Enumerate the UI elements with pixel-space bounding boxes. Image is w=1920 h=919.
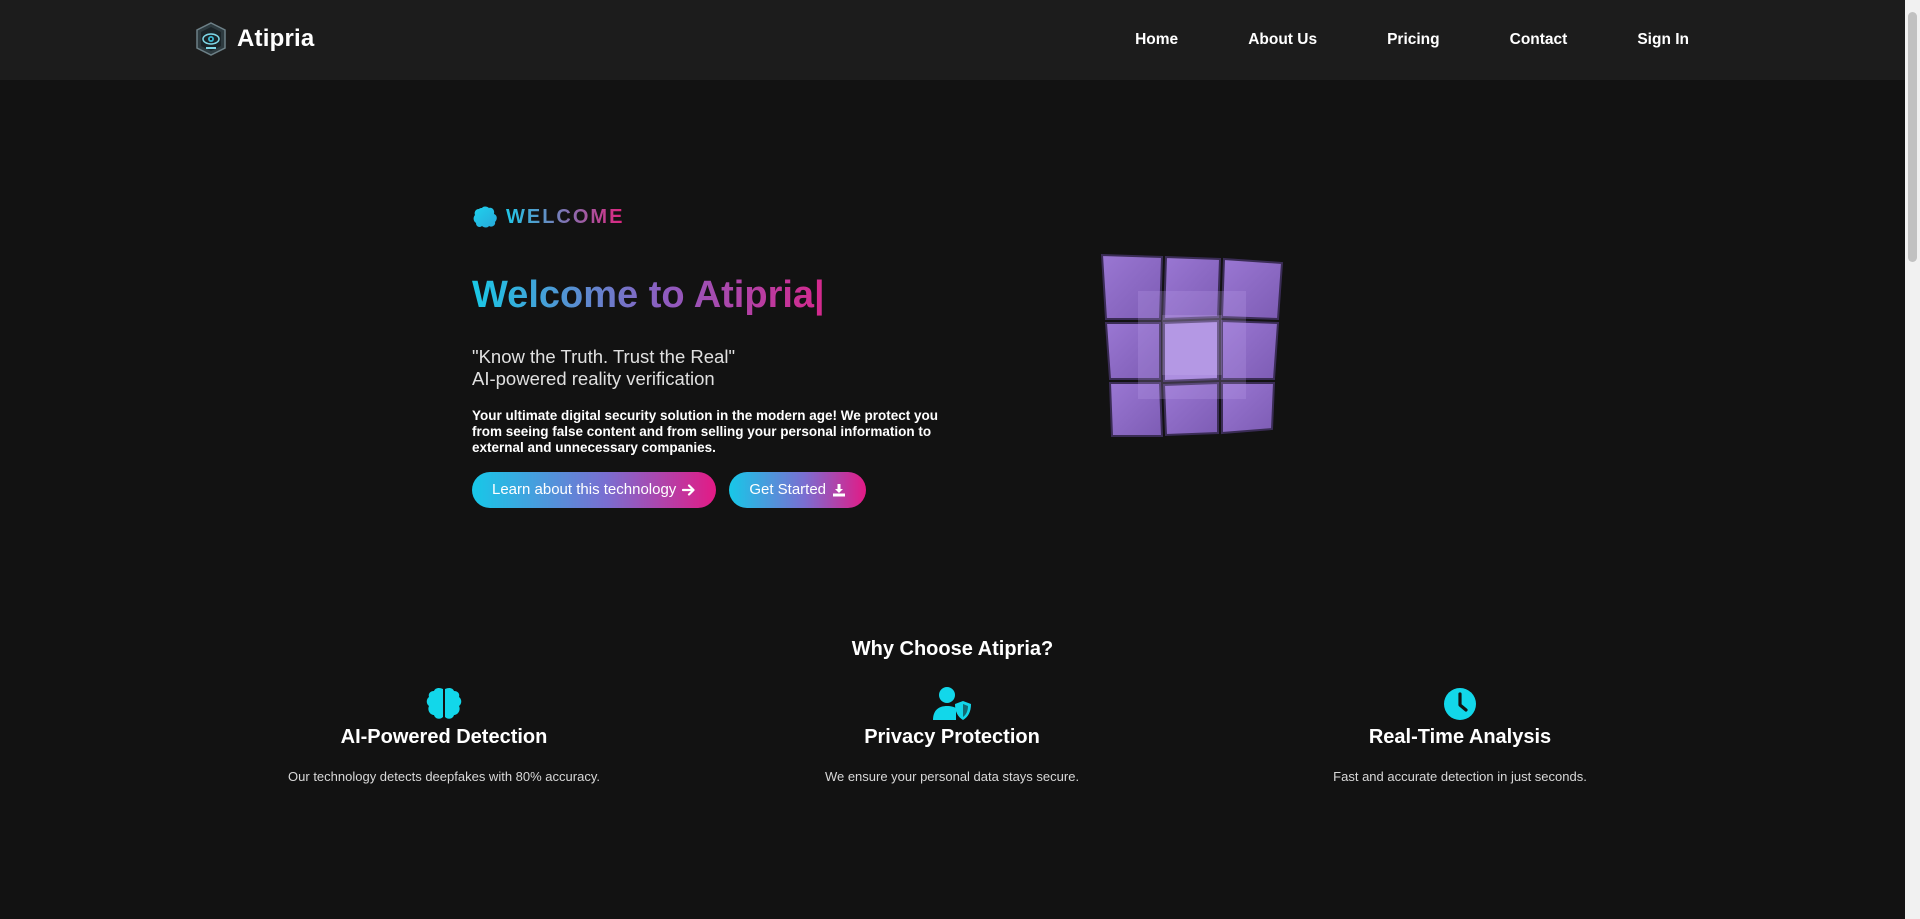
page: Atipria Home About Us Pricing Contact Si… [0, 0, 1920, 919]
nav-about-link[interactable]: About Us [1248, 31, 1317, 49]
cube-inner-core [1162, 315, 1222, 375]
scrollbar-thumb[interactable] [1908, 12, 1917, 262]
feature-title: AI-Powered Detection [340, 726, 548, 748]
hero-section: WELCOME Welcome to Atipria| "Know the Tr… [472, 200, 992, 508]
feature-ai-detection: AI-Powered Detection Our technology dete… [234, 686, 654, 784]
cta-row: Learn about this technology Get Started [472, 471, 992, 508]
user-shield-icon [933, 687, 971, 720]
learn-technology-label: Learn about this technology [492, 481, 677, 499]
feature-title: Privacy Protection [864, 726, 1040, 748]
feature-description: Our technology detects deepfakes with 80… [288, 769, 600, 784]
page-scrollbar[interactable] [1905, 0, 1920, 919]
feature-realtime: Real-Time Analysis Fast and accurate det… [1250, 686, 1670, 784]
feature-description: We ensure your personal data stays secur… [824, 769, 1080, 784]
nav-pricing-link[interactable]: Pricing [1387, 31, 1440, 49]
brand-logo-link[interactable]: Atipria [195, 22, 314, 56]
brain-icon [426, 687, 462, 719]
brand-name: Atipria [237, 25, 315, 52]
feature-privacy: Privacy Protection We ensure your person… [742, 686, 1162, 784]
welcome-badge-label: WELCOME [506, 205, 625, 228]
learn-technology-button[interactable]: Learn about this technology [472, 471, 717, 508]
brain-icon [473, 206, 497, 228]
get-started-label: Get Started [749, 481, 827, 499]
nav-home-link[interactable]: Home [1135, 31, 1178, 49]
main-nav: Home About Us Pricing Contact Sign In [1135, 0, 1689, 80]
hero-title: Welcome to Atipria| [472, 274, 825, 316]
feature-description: Fast and accurate detection in just seco… [1333, 769, 1587, 784]
clock-icon [1444, 688, 1476, 720]
nav-contact-link[interactable]: Contact [1510, 31, 1568, 49]
welcome-badge: WELCOME [472, 200, 992, 234]
hero-tagline: "Know the Truth. Trust the Real" AI-powe… [472, 346, 992, 390]
features-heading: Why Choose Atipria? [851, 638, 1054, 660]
navbar: Atipria Home About Us Pricing Contact Si… [0, 0, 1905, 80]
tagline-quote: "Know the Truth. Trust the Real" [472, 345, 736, 367]
eye-shield-logo-icon [196, 22, 226, 56]
arrow-right-icon [682, 484, 695, 496]
hero-description: Your ultimate digital security solution … [472, 407, 939, 455]
rubiks-cube-illustration [1100, 253, 1284, 437]
nav-signin-link[interactable]: Sign In [1637, 31, 1689, 49]
tagline-subtitle: AI-powered reality verification [472, 367, 715, 389]
feature-title: Real-Time Analysis [1368, 726, 1552, 748]
get-started-button[interactable]: Get Started [729, 471, 867, 508]
download-icon [833, 483, 846, 497]
